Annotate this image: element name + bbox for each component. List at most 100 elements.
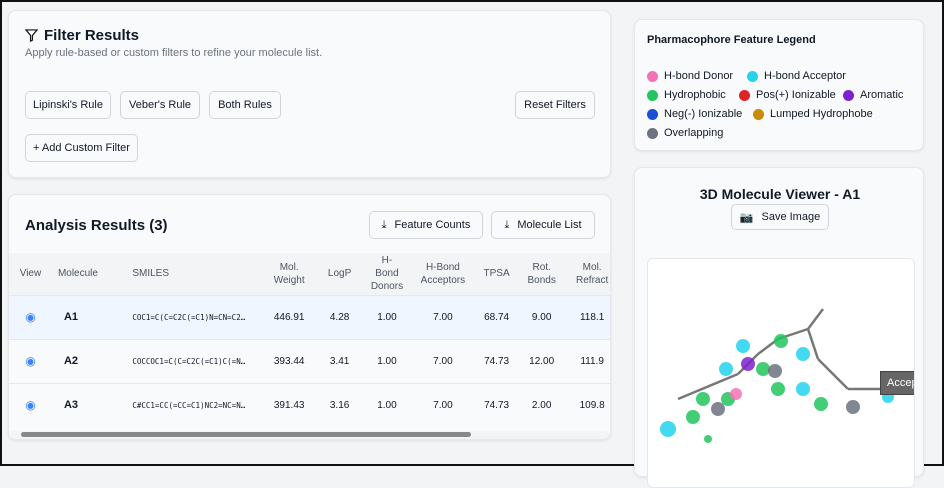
veber-rule-button[interactable]: Veber's Rule	[120, 91, 200, 119]
atom-sphere	[774, 334, 788, 348]
legend-item: H-bond Acceptor	[747, 70, 846, 82]
legend-item: Hydrophobic	[647, 89, 726, 101]
filter-card: Filter Results Apply rule-based or custo…	[8, 10, 611, 178]
atom-sphere	[796, 347, 810, 361]
filter-subtitle: Apply rule-based or custom filters to re…	[25, 47, 323, 59]
view-eye-icon[interactable]: ◉	[9, 382, 52, 427]
mol-refract: 109.8	[565, 382, 610, 427]
legend-label: H-bond Acceptor	[764, 70, 846, 82]
table-row[interactable]: ◉ A2 COCCOC1=C(C=C2C(=C1)C(=N… 393.44 3.…	[9, 338, 610, 383]
save-image-label: Save Image	[761, 211, 821, 223]
legend-swatch	[647, 127, 658, 139]
filter-title: Filter Results	[44, 27, 140, 44]
atom-sphere	[704, 435, 712, 443]
table-row[interactable]: ◉ A1 COC1=C(C=C2C(=C1)N=CN=C2… 446.91 4.…	[9, 294, 610, 339]
smiles: COC1=C(C=C2C(=C1)N=CN=C2…	[116, 294, 263, 339]
legend-item: Aromatic	[843, 89, 903, 101]
download-icon: ⤓	[504, 218, 510, 231]
legend-title: Pharmacophore Feature Legend	[647, 34, 816, 46]
feature-counts-label: Feature Counts	[394, 219, 471, 231]
tpsa: 68.74	[475, 294, 519, 339]
legend-label: Overlapping	[664, 127, 724, 139]
mol-weight: 393.44	[262, 338, 316, 383]
rot-bonds: 2.00	[518, 382, 566, 427]
col-hba: H-Bond Acceptors	[410, 253, 476, 295]
molecule-name: A1	[51, 294, 117, 339]
atom-sphere	[711, 402, 725, 416]
legend-swatch	[647, 70, 658, 82]
atom-sphere	[686, 410, 700, 424]
legend-label: Lumped Hydrophobe	[770, 108, 873, 120]
smiles: COCCOC1=C(C=C2C(=C1)C(=N…	[116, 338, 263, 383]
logp: 3.16	[316, 382, 364, 427]
legend-item: H-bond Donor	[647, 70, 733, 82]
atom-sphere	[730, 388, 742, 400]
col-mw: Mol. Weight	[262, 253, 316, 295]
molecule-list-label: Molecule List	[517, 219, 582, 231]
legend-swatch	[739, 89, 750, 101]
legend-label: Neg(-) Ionizable	[664, 108, 743, 120]
atom-sphere	[660, 421, 676, 437]
molecule-name: A2	[51, 338, 117, 383]
save-image-button[interactable]: 📷 Save Image	[731, 204, 829, 230]
legend-label: H-bond Donor	[664, 70, 734, 82]
results-card: Analysis Results (3) ⤓ Feature Counts ⤓ Mo…	[8, 194, 611, 440]
viewer-title: 3D Molecule Viewer - A1	[699, 186, 861, 202]
logp: 4.28	[316, 294, 364, 339]
hba: 7.00	[410, 382, 476, 427]
hbd: 1.00	[363, 294, 411, 339]
horizontal-scrollbar[interactable]	[11, 431, 609, 439]
legend-swatch	[747, 70, 758, 82]
legend-swatch	[647, 108, 658, 120]
legend-label: Hydrophobic	[664, 89, 726, 101]
hba: 7.00	[410, 294, 476, 339]
atom-sphere	[741, 357, 755, 371]
legend-item: Overlapping	[647, 127, 723, 139]
acceptor-tooltip: Acceptor	[880, 371, 914, 395]
rot-bonds: 9.00	[518, 294, 566, 339]
atom-sphere	[696, 392, 710, 406]
logp: 3.41	[316, 338, 364, 383]
molecule-name: A3	[51, 382, 117, 427]
col-tpsa: TPSA	[475, 253, 519, 295]
legend-card: Pharmacophore Feature Legend H-bond Dono…	[634, 19, 924, 151]
view-eye-icon[interactable]: ◉	[9, 338, 52, 383]
col-view: View	[9, 253, 52, 295]
atom-sphere	[796, 382, 810, 396]
mol-refract: 118.1	[565, 294, 610, 339]
legend-swatch	[753, 108, 764, 120]
results-title: Analysis Results (3)	[25, 217, 168, 234]
atom-sphere	[736, 339, 750, 353]
reset-filters-button[interactable]: Reset Filters	[515, 91, 595, 119]
download-icon: ⤓	[381, 218, 387, 231]
col-hbd: H- Bond Donors	[363, 253, 411, 295]
tpsa: 74.73	[475, 338, 519, 383]
tpsa: 74.73	[475, 382, 519, 427]
molecule-3d-canvas[interactable]: Acceptor	[647, 258, 915, 488]
atom-sphere	[719, 362, 733, 376]
rot-bonds: 12.00	[518, 338, 566, 383]
hbd: 1.00	[363, 338, 411, 383]
col-mr: Mol. Refract	[565, 253, 610, 295]
camera-icon: 📷	[739, 211, 754, 224]
feature-counts-button[interactable]: ⤓ Feature Counts	[369, 211, 483, 239]
add-custom-filter-button[interactable]: + Add Custom Filter	[25, 134, 138, 162]
molecule-list-button[interactable]: ⤓ Molecule List	[491, 211, 595, 239]
legend-item: Neg(-) Ionizable	[647, 108, 742, 120]
legend-label: Aromatic	[860, 89, 904, 101]
col-rot: Rot. Bonds	[518, 253, 566, 295]
legend-swatch	[647, 89, 658, 101]
mol-refract: 111.9	[565, 338, 610, 383]
table-row[interactable]: ◉ A3 C#CC1=CC(=CC=C1)NC2=NC=N… 391.43 3.…	[9, 382, 610, 427]
viewer-card: 3D Molecule Viewer - A1 📷 Save Image Acce…	[634, 167, 924, 488]
legend-item: Pos(+) Ionizable	[739, 89, 836, 101]
atom-sphere	[771, 382, 785, 396]
atom-sphere	[846, 400, 860, 414]
col-molecule: Molecule	[51, 253, 117, 295]
both-rules-button[interactable]: Both Rules	[209, 91, 281, 119]
view-eye-icon[interactable]: ◉	[9, 294, 52, 339]
mol-weight: 446.91	[262, 294, 316, 339]
mol-weight: 391.43	[262, 382, 316, 427]
lipinski-rule-button[interactable]: Lipinski's Rule	[25, 91, 111, 119]
col-logp: LogP	[316, 253, 364, 295]
